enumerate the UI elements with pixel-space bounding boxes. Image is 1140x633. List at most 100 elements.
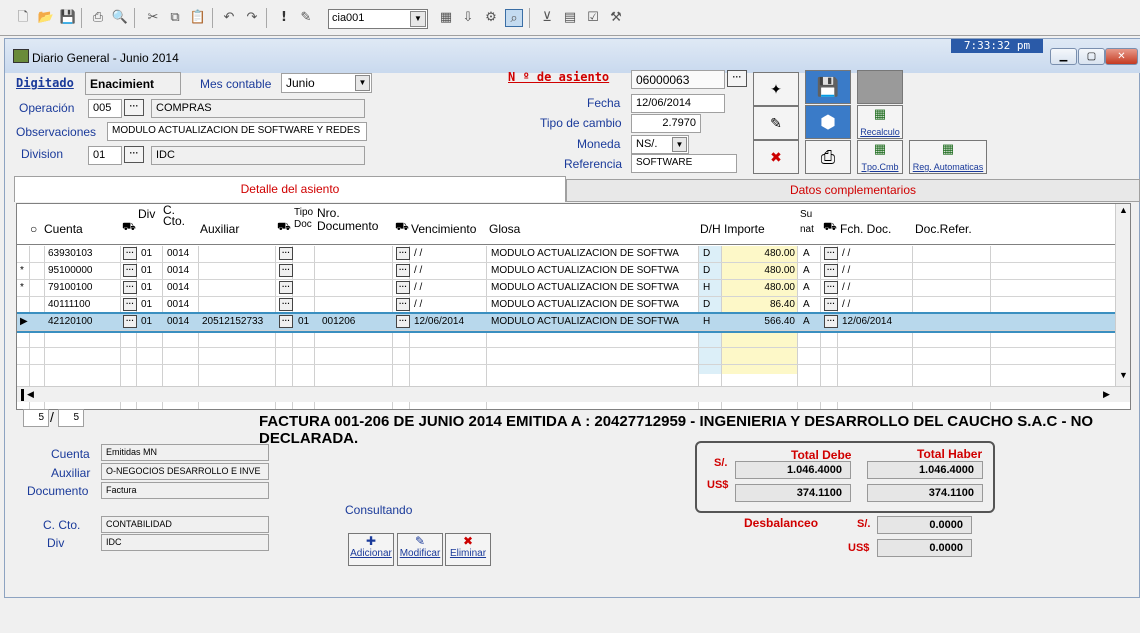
- minimize-button[interactable]: ▁: [1050, 48, 1077, 65]
- cell-cuenta[interactable]: 63930103: [48, 246, 118, 263]
- cell-cuenta[interactable]: 40111100: [48, 297, 118, 314]
- mes-contable-select[interactable]: Junio ▼: [281, 73, 372, 93]
- table-row[interactable]: ▶ 42120100 ··· 01 0014 20512152733 ··· 01 001206…: [17, 312, 1117, 333]
- tipo-cambio-button[interactable]: ▦ Tpo.Cmb: [857, 140, 903, 174]
- cut-icon[interactable]: ✂: [144, 9, 162, 27]
- delete-entry-button[interactable]: ✖: [753, 140, 799, 174]
- total-haber-label: Total Haber: [917, 447, 983, 461]
- scroll-right-icon[interactable]: ▶: [1103, 389, 1110, 400]
- print-icon[interactable]: ⎙: [89, 9, 107, 27]
- export-icon[interactable]: ⇩: [459, 9, 477, 27]
- maximize-button[interactable]: ▢: [1078, 48, 1105, 65]
- info-div-value: IDC: [101, 534, 269, 551]
- search-icon[interactable]: ⌕: [505, 9, 523, 27]
- cuenta-lookup-button[interactable]: ···: [123, 247, 137, 260]
- settings-icon[interactable]: ⚙: [482, 9, 500, 27]
- tipo-cambio-label: Tipo de cambio: [540, 116, 622, 130]
- auxiliar-lookup-button[interactable]: ···: [279, 247, 293, 260]
- referencia-field[interactable]: SOFTWARE: [631, 154, 737, 173]
- auxiliar-lookup-button[interactable]: ···: [279, 298, 293, 311]
- paste-icon[interactable]: 📋: [189, 9, 207, 27]
- cell-cuenta[interactable]: 42120100: [48, 314, 118, 331]
- fch-doc-lookup-button[interactable]: ···: [824, 298, 838, 311]
- cell-fch-doc: / /: [842, 248, 851, 259]
- chevron-down-icon[interactable]: ▼: [355, 75, 370, 91]
- new-entry-button[interactable]: ✦: [753, 72, 799, 106]
- asiento-lookup-button[interactable]: ···: [727, 70, 747, 87]
- alert-icon[interactable]: !: [275, 9, 293, 27]
- division-lookup-button[interactable]: ···: [124, 146, 144, 163]
- open-icon[interactable]: 📂: [37, 9, 55, 27]
- copy-icon[interactable]: ⧉: [166, 9, 184, 27]
- adicionar-button[interactable]: ✚ Adicionar: [348, 533, 394, 566]
- chevron-down-icon[interactable]: ▼: [410, 11, 426, 27]
- fch-doc-lookup-button[interactable]: ···: [824, 264, 838, 277]
- operacion-lookup-button[interactable]: ···: [124, 99, 144, 116]
- cube-button[interactable]: ⬢: [805, 105, 851, 139]
- cuenta-lookup-button[interactable]: ···: [123, 264, 137, 277]
- info-cuenta-value: Emitidas MN: [101, 444, 269, 461]
- vertical-scrollbar[interactable]: ▲ ▼: [1115, 204, 1130, 388]
- save-button[interactable]: 💾: [805, 70, 851, 104]
- desbalanceo-usd: 0.0000: [877, 539, 972, 557]
- new-icon[interactable]: 🗋: [14, 9, 32, 27]
- scroll-up-icon[interactable]: ▲: [1119, 205, 1128, 215]
- company-select[interactable]: cia001 ▼: [328, 9, 428, 29]
- empty-row[interactable]: [17, 348, 1115, 365]
- vencimiento-lookup-button[interactable]: ···: [396, 264, 410, 277]
- table-row[interactable]: 40111100 ··· 01 0014 ··· ··· / / MODULO ACTUALI…: [17, 297, 1115, 314]
- filter-icon[interactable]: ⊻: [538, 9, 556, 27]
- vencimiento-lookup-button[interactable]: ···: [396, 315, 410, 328]
- cuenta-lookup-button[interactable]: ···: [123, 281, 137, 294]
- cuenta-lookup-button[interactable]: ···: [123, 298, 137, 311]
- division-code-field[interactable]: 01: [88, 146, 122, 165]
- edit-entry-button[interactable]: ✎: [753, 106, 799, 140]
- table-row[interactable]: * 79100100 ··· 01 0014 ··· ··· / / MODULO ACTUAL…: [17, 280, 1115, 297]
- edit-icon[interactable]: ✎: [297, 9, 315, 27]
- scroll-down-icon[interactable]: ▼: [1119, 370, 1128, 380]
- auxiliar-lookup-button[interactable]: ···: [279, 264, 293, 277]
- print-preview-icon[interactable]: 🔍: [111, 9, 129, 27]
- redo-icon[interactable]: ↷: [243, 9, 261, 27]
- tools-icon[interactable]: ⚒: [607, 9, 625, 27]
- auxiliar-lookup-button[interactable]: ···: [279, 315, 293, 328]
- save-icon[interactable]: 💾: [59, 9, 77, 27]
- cuenta-lookup-button[interactable]: ···: [123, 315, 137, 328]
- desbalanceo-soles: 0.0000: [877, 516, 972, 534]
- fecha-field[interactable]: 12/06/2014: [631, 94, 725, 113]
- fch-doc-lookup-button[interactable]: ···: [824, 247, 838, 260]
- horizontal-scrollbar[interactable]: ◀ ▶: [17, 386, 1130, 402]
- eliminar-button[interactable]: ✖ Eliminar: [445, 533, 491, 566]
- cell-cuenta[interactable]: 79100100: [48, 280, 118, 297]
- scroll-thumb[interactable]: [21, 389, 24, 401]
- close-button[interactable]: ✕: [1105, 48, 1138, 65]
- operacion-code-field[interactable]: 005: [88, 99, 122, 118]
- moneda-select[interactable]: NS/. ▼: [631, 135, 689, 154]
- chevron-down-icon[interactable]: ▼: [672, 137, 687, 152]
- asiento-field[interactable]: 06000063: [631, 70, 725, 89]
- asiento-label: N º de asiento: [508, 70, 610, 84]
- modificar-button[interactable]: ✎ Modificar: [397, 533, 443, 566]
- cell-cuenta[interactable]: 95100000: [48, 263, 118, 280]
- scroll-left-icon[interactable]: ◀: [27, 389, 34, 400]
- chart-icon[interactable]: ▤: [561, 9, 579, 27]
- vencimiento-lookup-button[interactable]: ···: [396, 281, 410, 294]
- vencimiento-lookup-button[interactable]: ···: [396, 247, 410, 260]
- table-row[interactable]: 63930103 ··· 01 0014 ··· ··· / / MODULO ACTUALI…: [17, 246, 1115, 263]
- fch-doc-lookup-button[interactable]: ···: [824, 315, 838, 328]
- tab-datos-complementarios[interactable]: Datos complementarios: [566, 179, 1140, 202]
- tipo-cambio-field[interactable]: 2.7970: [631, 114, 701, 133]
- vencimiento-lookup-button[interactable]: ···: [396, 298, 410, 311]
- auxiliar-lookup-button[interactable]: ···: [279, 281, 293, 294]
- tab-detalle[interactable]: Detalle del asiento: [14, 176, 566, 202]
- print-button[interactable]: ⎙: [805, 140, 851, 174]
- grid-icon[interactable]: ▦: [437, 9, 455, 27]
- undo-icon[interactable]: ↶: [220, 9, 238, 27]
- fch-doc-lookup-button[interactable]: ···: [824, 281, 838, 294]
- reg-automaticas-button[interactable]: ▦ Reg. Automaticas: [909, 140, 987, 174]
- empty-row[interactable]: [17, 331, 1115, 348]
- table-row[interactable]: * 95100000 ··· 01 0014 ··· ··· / / MODULO ACTUAL…: [17, 263, 1115, 280]
- observaciones-field[interactable]: MODULO ACTUALIZACION DE SOFTWARE Y REDES: [107, 122, 367, 141]
- recalculo-button[interactable]: ▦ Recalculo: [857, 105, 903, 139]
- checklist-icon[interactable]: ☑: [584, 9, 602, 27]
